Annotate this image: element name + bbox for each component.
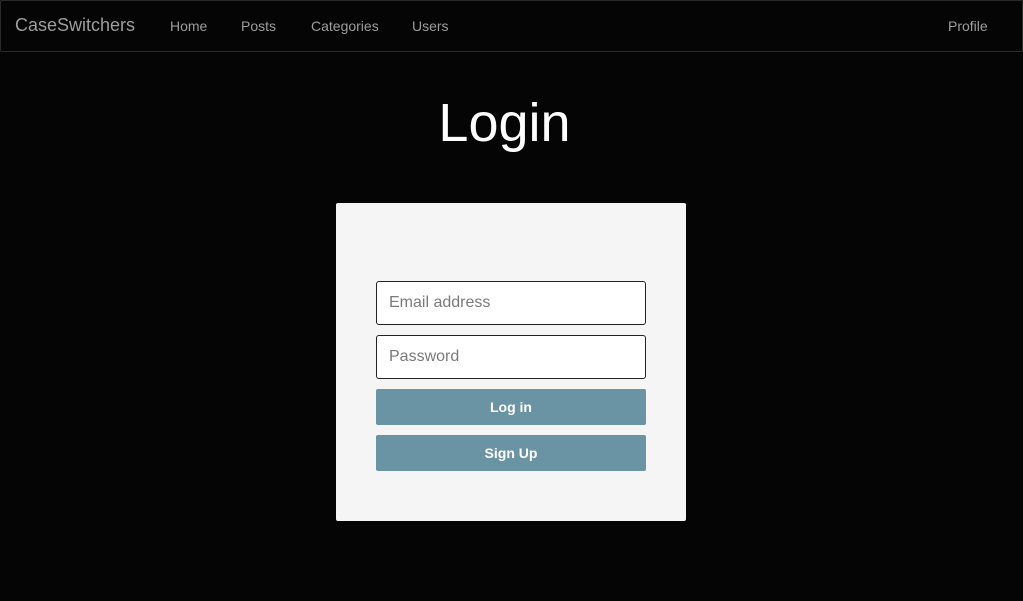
page-title: Login bbox=[438, 93, 571, 153]
nav-link-profile[interactable]: Profile bbox=[948, 18, 988, 34]
nav-link-users[interactable]: Users bbox=[412, 18, 449, 34]
nav-link-posts[interactable]: Posts bbox=[241, 18, 276, 34]
brand-link[interactable]: CaseSwitchers bbox=[15, 15, 135, 36]
password-field[interactable] bbox=[376, 335, 646, 379]
login-button[interactable]: Log in bbox=[376, 389, 646, 425]
login-card: Log in Sign Up bbox=[336, 203, 686, 521]
nav-link-home[interactable]: Home bbox=[170, 18, 207, 34]
email-field[interactable] bbox=[376, 281, 646, 325]
nav-link-categories[interactable]: Categories bbox=[311, 18, 379, 34]
signup-button[interactable]: Sign Up bbox=[376, 435, 646, 471]
top-navbar: CaseSwitchers Home Posts Categories User… bbox=[0, 0, 1023, 52]
